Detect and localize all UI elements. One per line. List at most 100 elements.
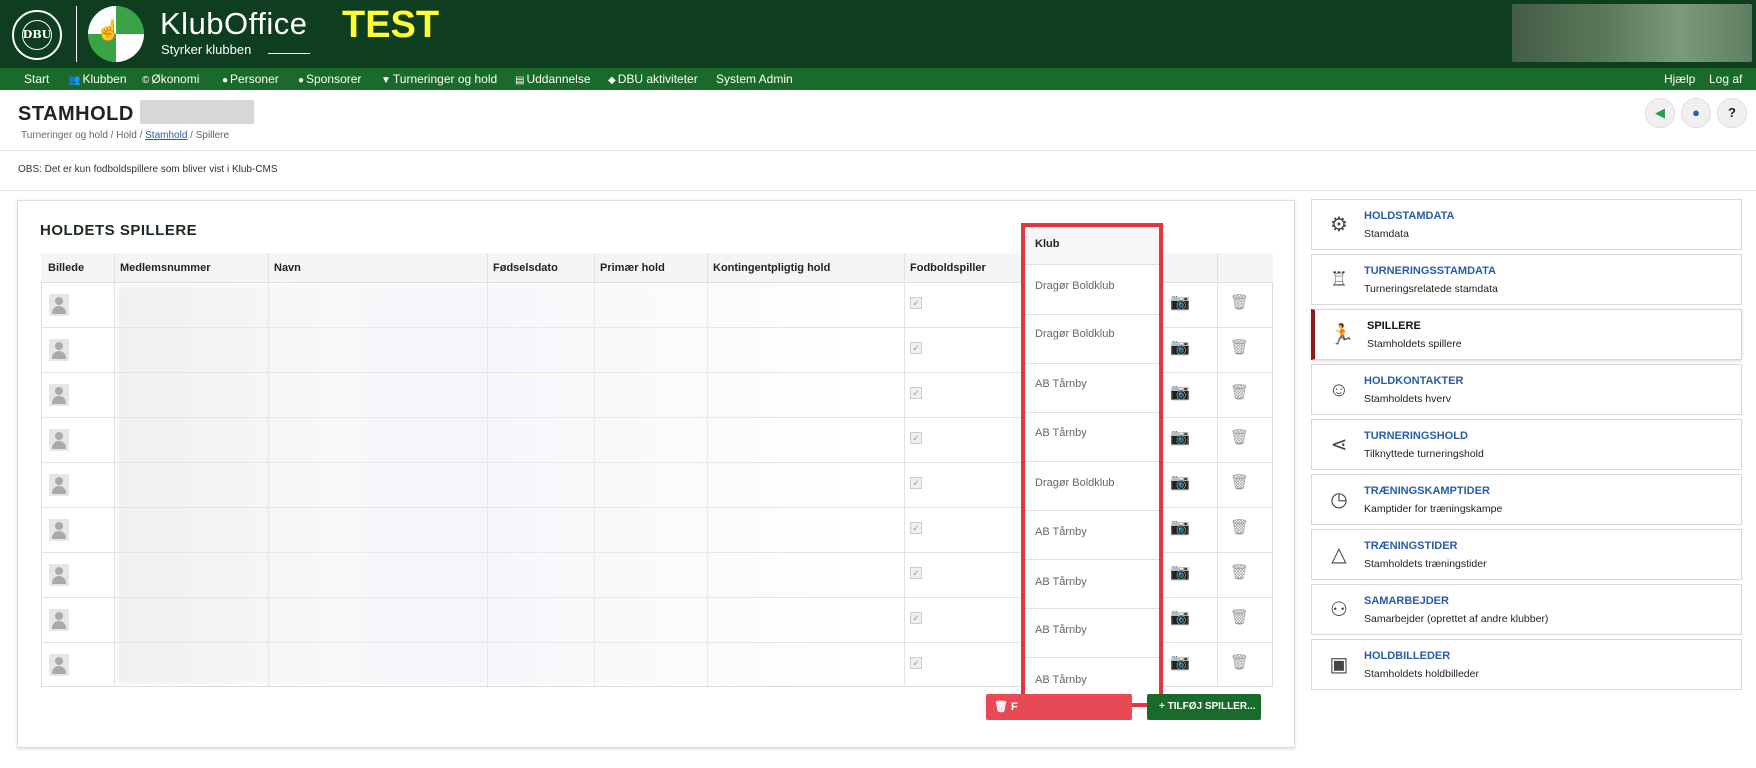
nav-label: Sponsorer bbox=[306, 72, 362, 86]
side-menu-holdbilleder[interactable]: ▣ HOLDBILLEDER Stamholdets holdbilleder bbox=[1311, 639, 1742, 690]
nav-label: Personer bbox=[230, 72, 279, 86]
nav-log-af[interactable]: Log af bbox=[1709, 68, 1742, 90]
nav-personer[interactable]: ● Personer bbox=[222, 68, 279, 90]
player-avatar[interactable] bbox=[49, 294, 69, 316]
menu-subtitle: Samarbejder (oprettet af andre klubber) bbox=[1364, 613, 1549, 625]
app-header: DBU ☝ KlubOffice Styrker klubben TEST bbox=[0, 0, 1756, 68]
menu-subtitle: Stamdata bbox=[1364, 228, 1409, 240]
side-menu-turneringshold[interactable]: ⋖ TURNERINGSHOLD Tilknyttede turneringsh… bbox=[1311, 419, 1742, 470]
camera-icon[interactable]: 📷 bbox=[1170, 520, 1190, 536]
side-menu-holdstamdata[interactable]: ⚙ HOLDSTAMDATA Stamdata bbox=[1311, 199, 1742, 250]
side-menu-samarbejder[interactable]: ⚇ SAMARBEJDER Samarbejder (oprettet af a… bbox=[1311, 584, 1742, 635]
col-header-kontingentpligtig-hold[interactable]: Kontingentpligtig hold bbox=[707, 253, 830, 283]
trophy-icon: ♖ bbox=[1330, 269, 1348, 291]
dbu-logo-text: DBU bbox=[22, 28, 52, 41]
col-header-navn[interactable]: Navn bbox=[268, 253, 301, 283]
nav-start[interactable]: Start bbox=[24, 68, 49, 90]
menu-title: TURNERINGSHOLD bbox=[1364, 430, 1468, 442]
nav-klubben[interactable]: 👥 Klubben bbox=[68, 68, 127, 90]
col-header-medlemsnummer[interactable]: Medlemsnummer bbox=[114, 253, 210, 283]
breadcrumb-path: Turneringer og hold / Hold / bbox=[21, 130, 146, 141]
fodboldspiller-checkbox: ✓ bbox=[910, 432, 922, 444]
side-menu-spillere[interactable]: 🏃 SPILLERE Stamholdets spillere bbox=[1311, 309, 1742, 360]
column-divider bbox=[1217, 253, 1218, 687]
side-menu-turneringsstamdata[interactable]: ♖ TURNERINGSSTAMDATA Turneringsrelatede … bbox=[1311, 254, 1742, 305]
fodboldspiller-checkbox: ✓ bbox=[910, 477, 922, 489]
breadcrumb-link-stamhold[interactable]: Stamhold bbox=[145, 130, 187, 141]
side-menu-traeningskamptider[interactable]: ◷ TRÆNINGSKAMPTIDER Kamptider for trænin… bbox=[1311, 474, 1742, 525]
nav-uddannelse[interactable]: ▤ Uddannelse bbox=[515, 68, 591, 90]
nav-label: System Admin bbox=[716, 72, 793, 86]
klub-cell: AB Tårnby bbox=[1035, 378, 1087, 390]
nav-hjaelp[interactable]: Hjælp bbox=[1664, 68, 1695, 90]
player-avatar[interactable] bbox=[49, 474, 69, 496]
add-player-button[interactable]: + TILFØJ SPILLER... bbox=[1147, 694, 1261, 720]
col-header-fodboldspiller[interactable]: Fodboldspiller bbox=[904, 253, 986, 283]
trash-icon[interactable]: 🗑 bbox=[1230, 655, 1249, 671]
menu-subtitle: Kamptider for træningskampe bbox=[1364, 503, 1503, 515]
nav-oekonomi[interactable]: © Økonomi bbox=[142, 68, 199, 90]
trash-icon[interactable]: 🗑 bbox=[1230, 385, 1249, 401]
trash-icon[interactable]: 🗑 bbox=[1230, 475, 1249, 491]
row-divider bbox=[1025, 559, 1159, 560]
nav-dbu-aktiviteter[interactable]: ◆ DBU aktiviteter bbox=[608, 68, 698, 90]
player-avatar[interactable] bbox=[49, 519, 69, 541]
camera-icon[interactable]: 📷 bbox=[1170, 295, 1190, 311]
player-avatar[interactable] bbox=[49, 564, 69, 586]
row-divider bbox=[1025, 314, 1159, 315]
col-header-klub[interactable]: Klub bbox=[1025, 227, 1159, 265]
back-button[interactable]: ◀ bbox=[1645, 98, 1675, 128]
trash-icon[interactable]: 🗑 bbox=[1230, 565, 1249, 581]
fodboldspiller-checkbox: ✓ bbox=[910, 387, 922, 399]
column-divider bbox=[114, 253, 115, 687]
trash-icon[interactable]: 🗑 bbox=[1230, 430, 1249, 446]
back-icon: ◀ bbox=[1655, 105, 1665, 120]
row-divider bbox=[1025, 412, 1159, 413]
player-avatar[interactable] bbox=[49, 609, 69, 631]
camera-icon[interactable]: 📷 bbox=[1170, 565, 1190, 581]
col-header-primaer-hold[interactable]: Primær hold bbox=[594, 253, 665, 283]
camera-icon[interactable]: 📷 bbox=[1170, 475, 1190, 491]
col-header-billede[interactable]: Billede bbox=[42, 253, 84, 283]
side-menu-holdkontakter[interactable]: ☺ HOLDKONTAKTER Stamholdets hverv bbox=[1311, 364, 1742, 415]
nav-label: Start bbox=[24, 72, 50, 86]
row-divider bbox=[1025, 510, 1159, 511]
network-icon: ⚇ bbox=[1330, 599, 1348, 621]
trash-icon[interactable]: 🗑 bbox=[1230, 520, 1249, 536]
klub-cell: Dragør Boldklub bbox=[1035, 280, 1115, 292]
fodboldspiller-checkbox: ✓ bbox=[910, 522, 922, 534]
person-icon: ● bbox=[222, 75, 229, 86]
help-button[interactable]: ? bbox=[1717, 98, 1747, 128]
remove-players-button[interactable]: 🗑 F bbox=[986, 694, 1132, 720]
nav-system-admin[interactable]: System Admin bbox=[716, 68, 793, 90]
fodboldspiller-checkbox: ✓ bbox=[910, 657, 922, 669]
player-avatar[interactable] bbox=[49, 339, 69, 361]
side-menu-traeningstider[interactable]: △ TRÆNINGSTIDER Stamholdets træningstide… bbox=[1311, 529, 1742, 580]
player-avatar[interactable] bbox=[49, 654, 69, 676]
nav-turneringer[interactable]: ▼ Turneringer og hold bbox=[381, 68, 497, 90]
footballer-icon: 🏃 bbox=[1329, 324, 1355, 346]
menu-subtitle: Stamholdets spillere bbox=[1367, 338, 1462, 350]
brand-name[interactable]: KlubOffice bbox=[160, 6, 307, 42]
tagline-underline bbox=[268, 53, 310, 54]
menu-title: SAMARBEJDER bbox=[1364, 595, 1449, 607]
trash-icon[interactable]: 🗑 bbox=[1230, 340, 1249, 356]
menu-subtitle: Tilknyttede turneringshold bbox=[1364, 448, 1484, 460]
nav-label: DBU aktiviteter bbox=[617, 72, 698, 86]
player-avatar[interactable] bbox=[49, 384, 69, 406]
camera-icon[interactable]: 📷 bbox=[1170, 340, 1190, 356]
player-avatar[interactable] bbox=[49, 429, 69, 451]
camera-icon[interactable]: 📷 bbox=[1170, 430, 1190, 446]
camera-icon[interactable]: 📷 bbox=[1170, 385, 1190, 401]
camera-icon[interactable]: 📷 bbox=[1170, 655, 1190, 671]
col-header-foedselsdato[interactable]: Fødselsdato bbox=[487, 253, 558, 283]
nav-label: Log af bbox=[1709, 72, 1743, 86]
trash-icon[interactable]: 🗑 bbox=[1230, 610, 1249, 626]
kluboffice-logo[interactable]: ☝ bbox=[88, 6, 144, 62]
nav-sponsorer[interactable]: ● Sponsorer bbox=[298, 68, 361, 90]
trash-icon[interactable]: 🗑 bbox=[1230, 295, 1249, 311]
info-button[interactable]: ● bbox=[1681, 98, 1711, 128]
camera-icon[interactable]: 📷 bbox=[1170, 610, 1190, 626]
trash-icon: 🗑 bbox=[994, 701, 1012, 713]
team-name-redacted bbox=[140, 100, 254, 124]
